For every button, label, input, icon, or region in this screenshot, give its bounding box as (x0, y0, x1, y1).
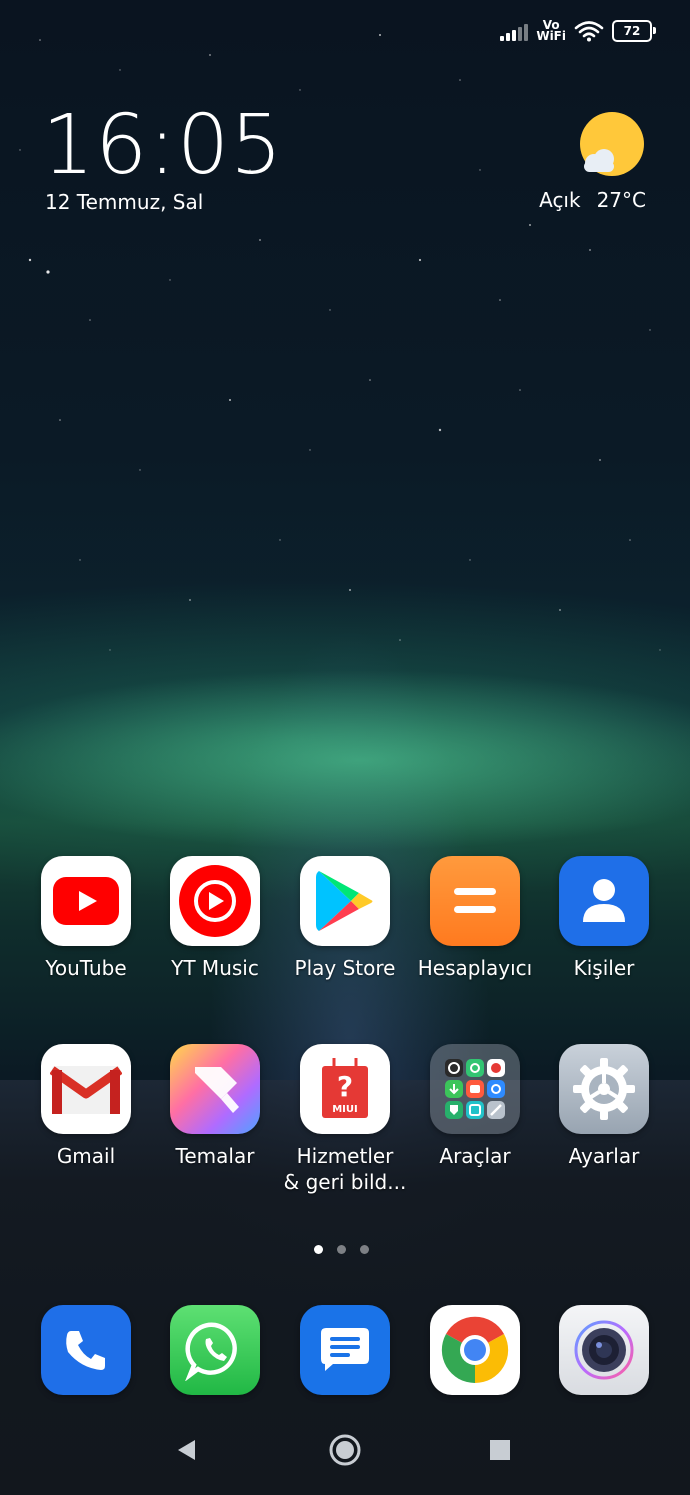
contacts-icon (559, 856, 649, 946)
app-settings[interactable]: Ayarlar (540, 1044, 668, 1169)
app-youtube[interactable]: YouTube (22, 856, 150, 981)
svg-text:?: ? (337, 1070, 353, 1103)
page-indicator (314, 1245, 369, 1254)
weather-temperature: 27°C (596, 188, 646, 212)
app-label: Play Store (294, 956, 396, 980)
messages-icon (300, 1305, 390, 1395)
dock-chrome[interactable] (411, 1305, 539, 1395)
app-calculator[interactable]: Hesaplayıcı (411, 856, 539, 981)
navigation-bar (0, 1422, 690, 1486)
youtube-icon (41, 856, 131, 946)
svg-text:MIUI: MIUI (332, 1104, 358, 1115)
wifi-label: WiFi (536, 29, 566, 43)
app-label: YT Music (171, 956, 259, 980)
tools-folder-icon (430, 1044, 520, 1134)
camera-icon (559, 1305, 649, 1395)
back-icon[interactable] (166, 1430, 206, 1470)
clock-time[interactable]: 16:05 (42, 98, 283, 194)
signal-icon (500, 21, 529, 41)
whatsapp-icon (170, 1305, 260, 1395)
app-gmail[interactable]: Gmail (22, 1044, 150, 1169)
dock-whatsapp[interactable] (151, 1305, 279, 1395)
miui-services-icon: ? MIUI (300, 1044, 390, 1134)
app-yt-music[interactable]: YT Music (151, 856, 279, 981)
app-label: Hesaplayıcı (417, 956, 533, 980)
sun-cloud-icon[interactable] (578, 111, 646, 179)
app-label: YouTube (45, 956, 127, 980)
calculator-icon (430, 856, 520, 946)
battery-icon: 72 (612, 20, 656, 42)
dock-messages[interactable] (281, 1305, 409, 1395)
weather-widget[interactable]: Açık 27°C (539, 188, 646, 212)
page-dot-2[interactable] (337, 1245, 346, 1254)
app-label: Ayarlar (568, 1144, 640, 1168)
yt-music-icon (170, 856, 260, 946)
page-dot-3[interactable] (360, 1245, 369, 1254)
play-store-icon (300, 856, 390, 946)
dock-phone[interactable] (22, 1305, 150, 1395)
wifi-icon (574, 21, 604, 42)
settings-icon (559, 1044, 649, 1134)
app-themes[interactable]: Temalar (151, 1044, 279, 1169)
recents-icon[interactable] (480, 1430, 520, 1470)
app-label: Araçlar (439, 1144, 511, 1168)
weather-condition: Açık (539, 188, 581, 212)
app-tools-folder[interactable]: Araçlar (411, 1044, 539, 1169)
gmail-icon (41, 1044, 131, 1134)
chrome-icon (430, 1305, 520, 1395)
app-label: Kişiler (573, 956, 635, 980)
status-bar: Vo WiFi 72 (500, 14, 656, 48)
page-dot-1[interactable] (314, 1245, 323, 1254)
phone-icon (41, 1305, 131, 1395)
app-label: Hizmetler & geri bild... (283, 1144, 407, 1194)
app-miui-services[interactable]: ? MIUI Hizmetler & geri bild... (281, 1044, 409, 1195)
app-contacts[interactable]: Kişiler (540, 856, 668, 981)
vowifi-indicator: Vo WiFi (536, 19, 566, 43)
app-label: Temalar (175, 1144, 255, 1168)
clock-date[interactable]: 12 Temmuz, Sal (45, 190, 203, 214)
dock-camera[interactable] (540, 1305, 668, 1395)
battery-level: 72 (623, 24, 641, 38)
home-icon[interactable] (325, 1430, 365, 1470)
app-label: Gmail (56, 1144, 116, 1168)
themes-icon (170, 1044, 260, 1134)
app-play-store[interactable]: Play Store (281, 856, 409, 981)
